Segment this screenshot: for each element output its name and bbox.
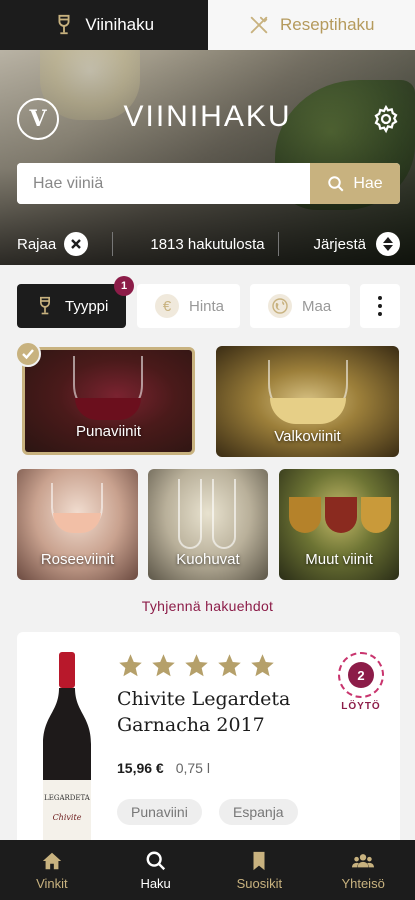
tab-viinihaku[interactable]: Viinihaku — [0, 0, 208, 50]
category-tile-valkoviinit[interactable]: Valkoviinit — [216, 346, 399, 457]
wine-name: Chivite Legardeta Garnacha 2017 — [117, 688, 291, 736]
home-icon — [42, 852, 62, 869]
page-title: VIINIHAKU — [123, 100, 292, 133]
more-options-button[interactable] — [360, 284, 400, 328]
bottle-script: Chivite — [53, 813, 82, 822]
filter-chip-type[interactable]: Tyyppi 1 — [17, 276, 134, 328]
search-icon — [146, 851, 165, 870]
search-input[interactable] — [17, 163, 310, 204]
find-badge-number: 2 — [348, 662, 374, 688]
bottle-label: LEGARDETA — [44, 794, 91, 802]
search-button-label: Hae — [353, 174, 383, 192]
divider — [278, 232, 279, 256]
nav-vinkit-label: Vinkit — [36, 875, 68, 891]
star-icon — [152, 654, 175, 677]
category-label: Punaviinit — [75, 423, 142, 440]
rating-stars — [117, 652, 276, 679]
category-label: Muut viinit — [305, 551, 373, 568]
volume: 0,75 l — [175, 760, 210, 776]
clear-filters-link[interactable]: Tyhjennä hakuehdot — [0, 598, 415, 614]
search-icon — [328, 175, 344, 191]
nav-vinkit[interactable]: Vinkit — [0, 840, 104, 900]
sort-button[interactable]: Järjestä — [313, 232, 400, 256]
tag-type[interactable]: Punaviini — [117, 799, 202, 825]
wine-glass-icon — [58, 14, 70, 35]
search-button[interactable]: Hae — [310, 163, 400, 204]
nav-haku-label: Haku — [140, 875, 171, 891]
filter-chip-price-label: Hinta — [189, 297, 225, 315]
nav-haku[interactable]: Haku — [104, 840, 208, 900]
find-badge: 2 LÖYTÖ — [335, 652, 387, 712]
tab-reseptihaku[interactable]: Reseptihaku — [207, 0, 415, 50]
tab-viinihaku-label: Viinihaku — [85, 15, 155, 34]
category-label: Valkoviinit — [274, 428, 341, 445]
sort-label: Järjestä — [313, 235, 366, 253]
wine-bottle-image: LEGARDETA Chivite — [43, 652, 91, 862]
nav-suosikit[interactable]: Suosikit — [208, 840, 312, 900]
filter-count-badge: 1 — [114, 276, 134, 296]
bookmark-icon — [253, 851, 265, 870]
top-tabs: Viinihaku Reseptihaku — [0, 0, 415, 50]
community-icon — [352, 853, 375, 867]
category-label: Roseeviinit — [40, 551, 115, 568]
product-card[interactable]: LEGARDETA Chivite 2 LÖYTÖ Chivite Legard… — [17, 632, 400, 862]
nav-suosikit-label: Suosikit — [236, 875, 283, 891]
filter-chip-country-label: Maa — [302, 297, 332, 315]
gear-icon[interactable] — [371, 104, 401, 134]
tag-country[interactable]: Espanja — [219, 799, 298, 825]
filter-chip-type-label: Tyyppi — [65, 297, 109, 315]
star-icon — [218, 654, 241, 677]
bottom-nav: Vinkit Haku Suosikit Yhteisö — [0, 840, 415, 900]
filter-chip-country[interactable]: Maa — [250, 284, 350, 328]
category-tile-punaviinit[interactable]: Punaviinit — [22, 347, 195, 455]
euro-icon: € — [155, 294, 179, 318]
category-tile-kuohuvat[interactable]: Kuohuvat — [148, 469, 268, 580]
find-badge-label: LÖYTÖ — [341, 701, 381, 712]
star-icon — [119, 654, 142, 677]
wine-glass-icon — [40, 296, 50, 315]
filter-bar: Rajaa 1813 hakutulosta Järjestä — [0, 222, 415, 266]
tab-reseptihaku-label: Reseptihaku — [279, 15, 375, 34]
price-row: 15,96 € 0,75 l — [117, 760, 210, 776]
search-bar: Hae — [17, 163, 400, 204]
nav-yhteiso[interactable]: Yhteisö — [311, 840, 415, 900]
globe-icon — [268, 294, 292, 318]
nav-yhteiso-label: Yhteisö — [341, 875, 385, 891]
category-tile-muut-viinit[interactable]: Muut viinit — [279, 469, 399, 580]
category-label: Kuohuvat — [176, 551, 240, 568]
fork-knife-icon — [250, 16, 268, 34]
filter-chip-price[interactable]: € Hinta — [137, 284, 240, 328]
star-icon — [185, 654, 208, 677]
category-tile-roseeviinit[interactable]: Roseeviinit — [17, 469, 138, 580]
price: 15,96 € — [117, 760, 164, 776]
sort-icon — [376, 232, 400, 256]
selected-check-icon — [15, 341, 41, 367]
star-icon — [251, 654, 274, 677]
